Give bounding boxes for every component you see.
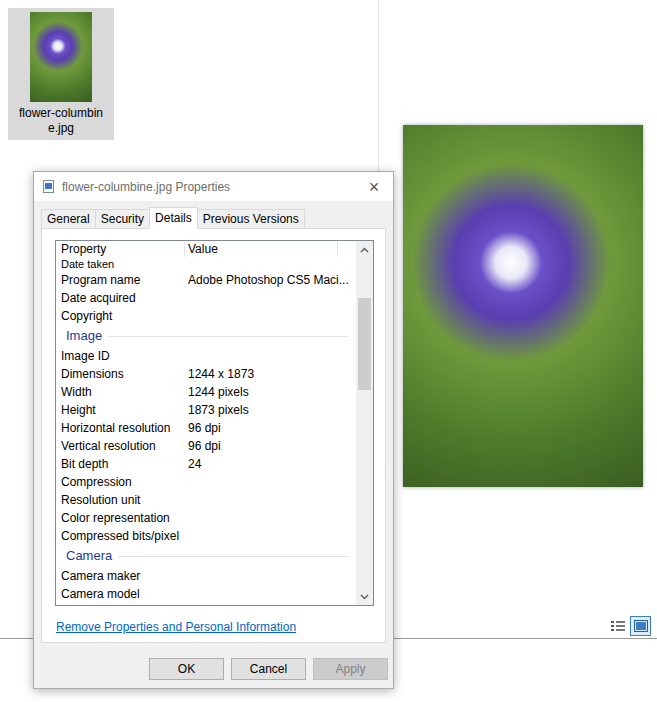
preview-area — [379, 0, 657, 487]
file-label: flower-columbine.jpg — [19, 106, 103, 136]
property-name: Color representation — [56, 509, 188, 527]
preview-image — [403, 125, 643, 487]
column-header[interactable]: Property — [56, 242, 185, 257]
property-list: PropertyValueDate takenProgram nameAdobe… — [55, 240, 374, 606]
property-name: Image ID — [56, 347, 188, 365]
tab-panel: PropertyValueDate takenProgram nameAdobe… — [41, 228, 386, 643]
property-row[interactable]: Width1244 pixels — [56, 383, 356, 401]
property-name: Date acquired — [56, 289, 188, 307]
property-name: Camera maker — [56, 567, 188, 585]
property-name: Width — [56, 383, 188, 401]
property-row[interactable]: Horizontal resolution96 dpi — [56, 419, 356, 437]
scroll-up-icon — [360, 247, 369, 253]
property-name: Resolution unit — [56, 491, 188, 509]
tab[interactable]: Previous Versions — [197, 209, 305, 229]
property-name: Compression — [56, 473, 188, 491]
property-value: 24 — [188, 455, 356, 473]
remove-properties-link[interactable]: Remove Properties and Personal Informati… — [56, 618, 296, 636]
scroll-track — [356, 258, 373, 588]
dialog-button[interactable]: Apply — [313, 658, 388, 680]
details-view-icon — [611, 620, 625, 632]
property-name: Vertical resolution — [56, 437, 188, 455]
property-row[interactable]: Bit depth24 — [56, 455, 356, 473]
properties-dialog: flower-columbine.jpg Properties × GeneralS… — [33, 171, 394, 689]
scrollbar[interactable] — [356, 241, 373, 605]
tab-strip: GeneralSecurityDetailsPrevious Versions — [41, 207, 393, 229]
property-row[interactable]: Dimensions1244 x 1873 — [56, 365, 356, 383]
section-header: Image — [56, 325, 356, 347]
property-row[interactable]: Resolution unit — [56, 491, 356, 509]
file-item[interactable]: flower-columbine.jpg — [8, 8, 114, 140]
file-thumbnail — [30, 12, 92, 102]
property-name: Compressed bits/pixel — [56, 527, 188, 545]
section-header: Camera — [56, 545, 356, 567]
view-buttons — [379, 616, 657, 638]
property-name: Horizontal resolution — [56, 419, 188, 437]
property-value: 1244 x 1873 — [188, 365, 356, 383]
property-row[interactable]: Camera maker — [56, 567, 356, 585]
scroll-thumb[interactable] — [358, 298, 371, 390]
property-row[interactable]: Vertical resolution96 dpi — [56, 437, 356, 455]
property-value: Adobe Photoshop CS5 Maci... — [188, 271, 356, 289]
dialog-button[interactable]: Cancel — [231, 658, 306, 680]
close-button[interactable]: × — [359, 177, 389, 197]
property-row[interactable]: Color representation — [56, 509, 356, 527]
property-value: 1244 pixels — [188, 383, 356, 401]
file-label-line: e.jpg — [48, 121, 74, 136]
property-row[interactable]: Program nameAdobe Photoshop CS5 Maci... — [56, 271, 356, 289]
preview-pane — [379, 0, 657, 638]
property-row[interactable]: Date acquired — [56, 289, 356, 307]
list-header: PropertyValue — [56, 241, 356, 257]
property-value: 96 dpi — [188, 437, 356, 455]
property-row[interactable]: Camera model — [56, 585, 356, 603]
property-name: Camera model — [56, 585, 188, 603]
property-row[interactable]: Copyright — [56, 307, 356, 325]
image-file-icon — [43, 180, 54, 193]
property-name: Program name — [56, 271, 188, 289]
property-name: Dimensions — [56, 365, 188, 383]
list-body: PropertyValueDate takenProgram nameAdobe… — [56, 241, 356, 605]
dialog-title: flower-columbine.jpg Properties — [62, 178, 230, 196]
view-button[interactable] — [607, 616, 628, 636]
tab[interactable]: Details — [149, 207, 198, 229]
property-name: Copyright — [56, 307, 188, 325]
screen: flower-columbine.jpgflower-columbine.jpg… — [0, 0, 657, 702]
property-name: Bit depth — [56, 455, 188, 473]
scroll-down-icon — [360, 594, 369, 600]
scroll-down-button[interactable] — [360, 588, 369, 605]
dialog-button[interactable]: OK — [149, 658, 224, 680]
column-header[interactable]: Value — [185, 242, 338, 257]
property-row[interactable]: Compression — [56, 473, 356, 491]
tab[interactable]: Security — [95, 209, 150, 229]
property-row[interactable]: Height1873 pixels — [56, 401, 356, 419]
file-label-line: flower-columbin — [19, 106, 103, 121]
large-icons-view-icon — [634, 620, 648, 632]
tab[interactable]: General — [41, 209, 96, 229]
property-value: 1873 pixels — [188, 401, 356, 419]
scroll-up-button[interactable] — [360, 241, 369, 258]
property-name: Date taken — [56, 258, 188, 270]
property-row[interactable]: Date taken — [56, 257, 356, 271]
property-row[interactable]: Compressed bits/pixel — [56, 527, 356, 545]
property-name: Height — [56, 401, 188, 419]
property-value: 96 dpi — [188, 419, 356, 437]
button-row: OK Cancel Apply — [34, 658, 388, 680]
property-row[interactable]: Image ID — [56, 347, 356, 365]
title-bar: flower-columbine.jpg Properties × — [34, 172, 393, 201]
view-button[interactable] — [630, 616, 651, 636]
